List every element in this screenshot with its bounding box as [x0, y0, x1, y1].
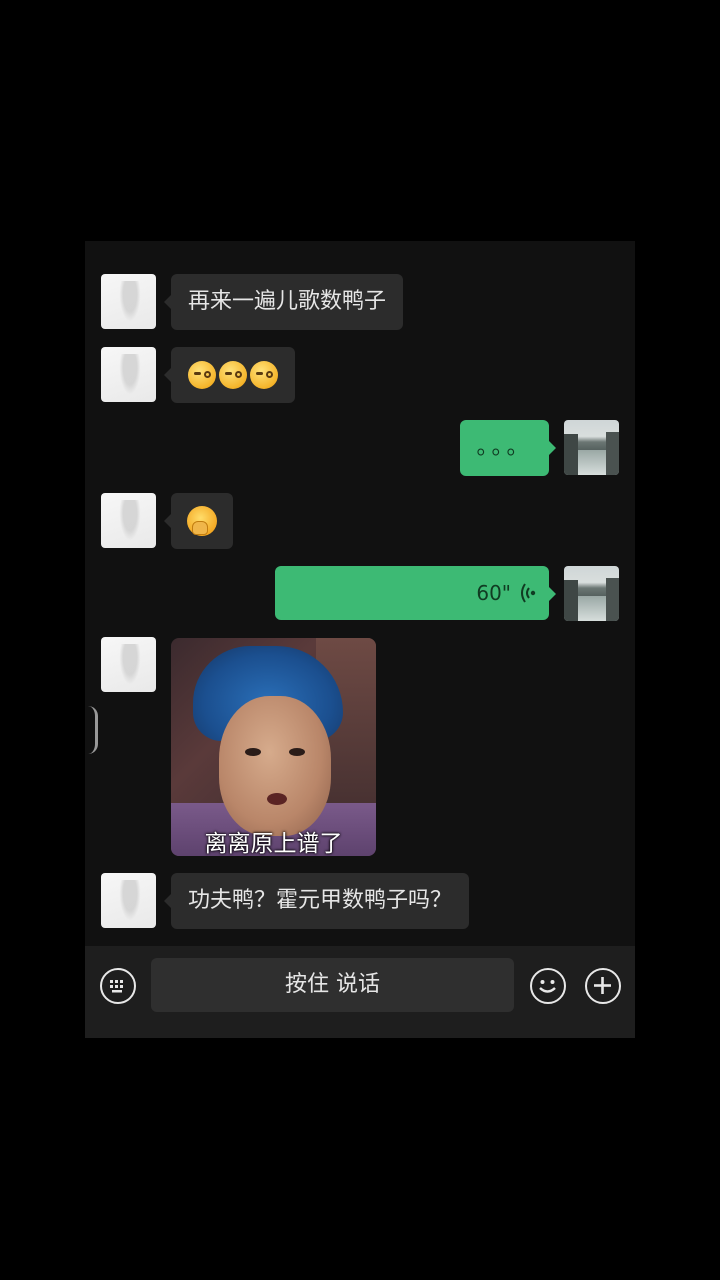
- message-bubble-incoming[interactable]: [164, 493, 233, 549]
- face-with-monocle-icon: [188, 361, 216, 389]
- smiley-icon[interactable]: [530, 968, 566, 1004]
- voice-wave-icon: [521, 583, 536, 603]
- face-with-monocle-icon: [250, 361, 278, 389]
- message-text: 功夫鸭？霍元甲数鸭子吗？: [188, 888, 453, 913]
- image-message[interactable]: 离离原上谱了: [171, 638, 376, 856]
- plus-icon[interactable]: [585, 968, 621, 1004]
- my-avatar[interactable]: [564, 420, 619, 475]
- keyboard-icon[interactable]: [100, 968, 136, 1004]
- message-bubble-incoming[interactable]: 再来一遍儿歌数鸭子: [163, 274, 404, 330]
- friend-avatar[interactable]: [101, 493, 156, 548]
- message-text: 。。。: [476, 435, 533, 460]
- message-bubble-incoming[interactable]: 功夫鸭？霍元甲数鸭子吗？: [163, 873, 470, 929]
- message-bubble-outgoing[interactable]: 。。。: [460, 420, 556, 476]
- my-avatar[interactable]: [564, 566, 619, 621]
- friend-avatar[interactable]: [101, 274, 156, 329]
- friend-avatar[interactable]: [101, 637, 156, 692]
- friend-avatar[interactable]: [101, 873, 156, 928]
- message-text: 再来一遍儿歌数鸭子: [188, 289, 387, 314]
- image-caption: 离离原上谱了: [204, 831, 343, 856]
- face-with-monocle-icon: [219, 361, 247, 389]
- voice-duration: 60": [476, 581, 511, 605]
- hold-to-talk-button[interactable]: 按住 说话: [151, 958, 514, 1012]
- face-with-hand-over-mouth-icon: [187, 506, 217, 536]
- edge-indicator: [88, 706, 98, 754]
- friend-avatar[interactable]: [101, 347, 156, 402]
- voice-message-bubble[interactable]: 60": [275, 566, 556, 620]
- message-bubble-incoming[interactable]: [164, 347, 295, 403]
